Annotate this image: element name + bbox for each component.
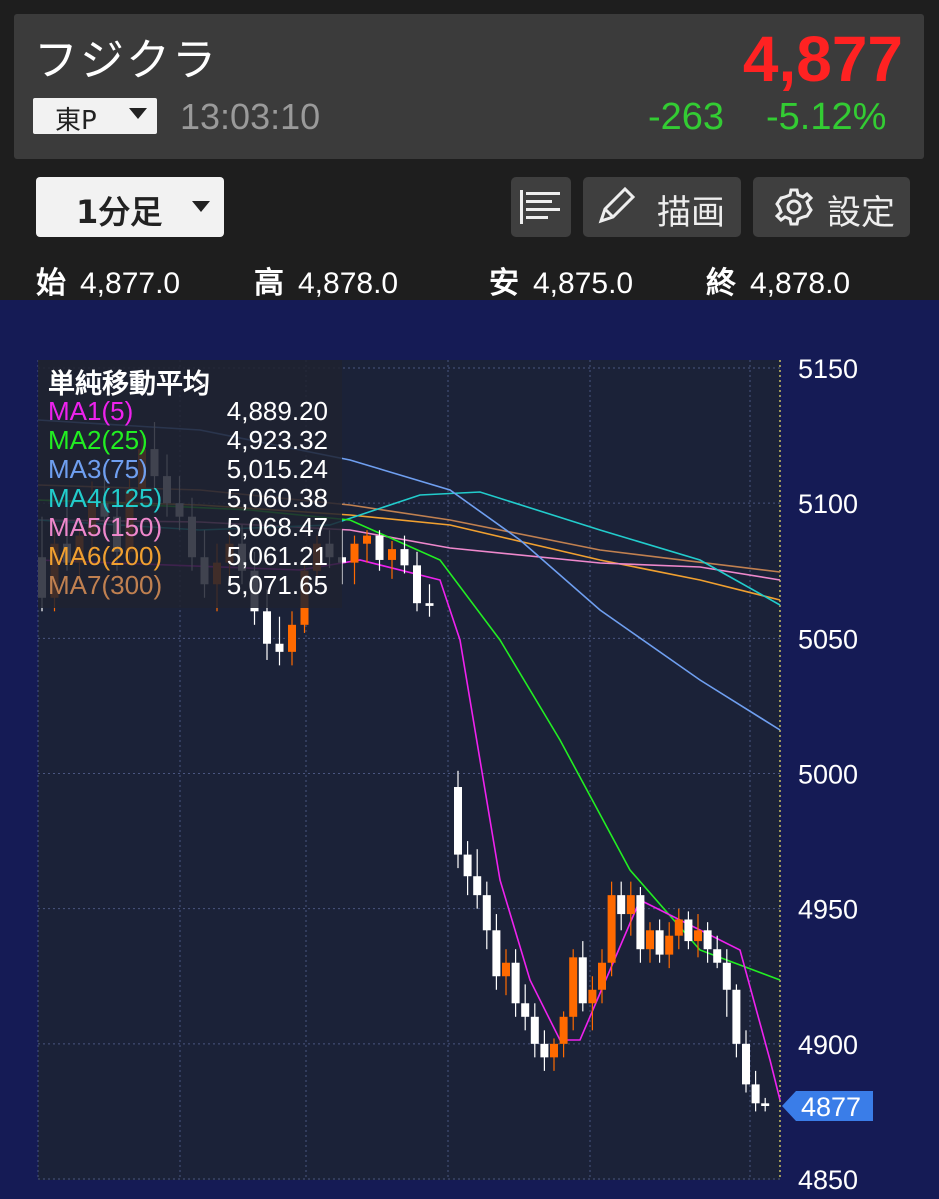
candle-body	[350, 543, 359, 563]
candle-body	[550, 1043, 558, 1058]
candle-body	[492, 930, 501, 977]
legend-item-name: MA6(200)	[48, 541, 163, 571]
candle-body	[363, 535, 371, 544]
candle-body	[742, 1043, 750, 1085]
candle-body	[751, 1084, 760, 1104]
legend-item: MA3(75) 5,015.24	[48, 454, 340, 484]
candle-body	[598, 962, 606, 990]
candle-body	[665, 935, 674, 955]
candle-body	[713, 949, 722, 963]
candle-body	[588, 989, 597, 1004]
candle-body	[732, 989, 741, 1044]
y-tick-label: 5100	[798, 489, 858, 519]
legend-item: MA6(200) 5,061.21	[48, 541, 340, 571]
legend-item-name: MA3(75)	[48, 454, 148, 484]
candle-body	[703, 930, 712, 950]
legend-item-value: 5,071.65	[226, 570, 328, 600]
candle-body	[761, 1103, 770, 1107]
y-tick-label: 4950	[798, 895, 858, 925]
candle-body	[288, 624, 296, 652]
candle-body	[559, 1016, 568, 1044]
candle-body	[511, 962, 520, 1004]
candle-body	[684, 919, 693, 942]
candle-body	[482, 895, 491, 931]
candle-body	[463, 854, 472, 877]
legend-item: MA7(300) 5,071.65	[48, 570, 340, 600]
candle-body	[540, 1043, 549, 1058]
candle-body	[722, 962, 731, 990]
candle-body	[655, 930, 664, 955]
legend-item-name: MA7(300)	[48, 570, 163, 600]
legend-item: MA5(150) 5,068.47	[48, 512, 340, 542]
legend-item-name: MA4(125)	[48, 483, 163, 513]
legend-item-name: MA5(150)	[48, 512, 163, 542]
legend-item: MA2(25) 4,923.32	[48, 425, 340, 455]
candle-body	[626, 895, 635, 915]
candle-body	[454, 787, 462, 855]
candle-body	[425, 603, 434, 606]
moving-average-legend: 単純移動平均 MA1(5) 4,889.20 MA2(25) 4,923.32 MA3(…	[38, 360, 342, 608]
candle-body	[473, 876, 482, 896]
candle-body	[569, 957, 578, 1017]
y-tick-label: 5150	[798, 354, 858, 384]
legend-item-value: 4,889.20	[226, 396, 328, 426]
y-tick-label: 5000	[798, 760, 858, 790]
candle-body	[694, 930, 702, 942]
y-tick-label: 4850	[798, 1165, 858, 1195]
legend-item: MA1(5) 4,889.20	[48, 396, 340, 426]
candle-body	[674, 919, 683, 936]
candle-body	[578, 957, 587, 1004]
candle-body	[502, 962, 510, 977]
legend-item-value: 5,060.38	[226, 483, 328, 513]
legend-item-name: MA1(5)	[48, 396, 134, 426]
candle-body	[400, 549, 409, 566]
candle-body	[375, 535, 384, 560]
candle-body	[275, 643, 284, 652]
legend-item-value: 4,923.32	[226, 425, 328, 455]
legend-item-name: MA2(25)	[48, 425, 148, 455]
candle-body	[521, 1003, 530, 1017]
legend-item-value: 5,068.47	[226, 512, 328, 542]
candle-body	[388, 549, 396, 560]
candle-body	[607, 895, 616, 963]
y-tick-label: 5050	[798, 624, 858, 654]
candle-body	[617, 895, 626, 915]
candle-body	[530, 1016, 539, 1044]
legend-item-value: 5,061.21	[226, 541, 328, 571]
candle-body	[646, 930, 654, 950]
candle-body	[263, 611, 271, 644]
candle-body	[413, 565, 421, 604]
legend-item: MA4(125) 5,060.38	[48, 483, 340, 513]
legend-item-value: 5,015.24	[226, 454, 328, 484]
last-price-label: 4877	[801, 1092, 861, 1122]
candle-body	[636, 895, 645, 950]
y-tick-label: 4900	[798, 1030, 858, 1060]
